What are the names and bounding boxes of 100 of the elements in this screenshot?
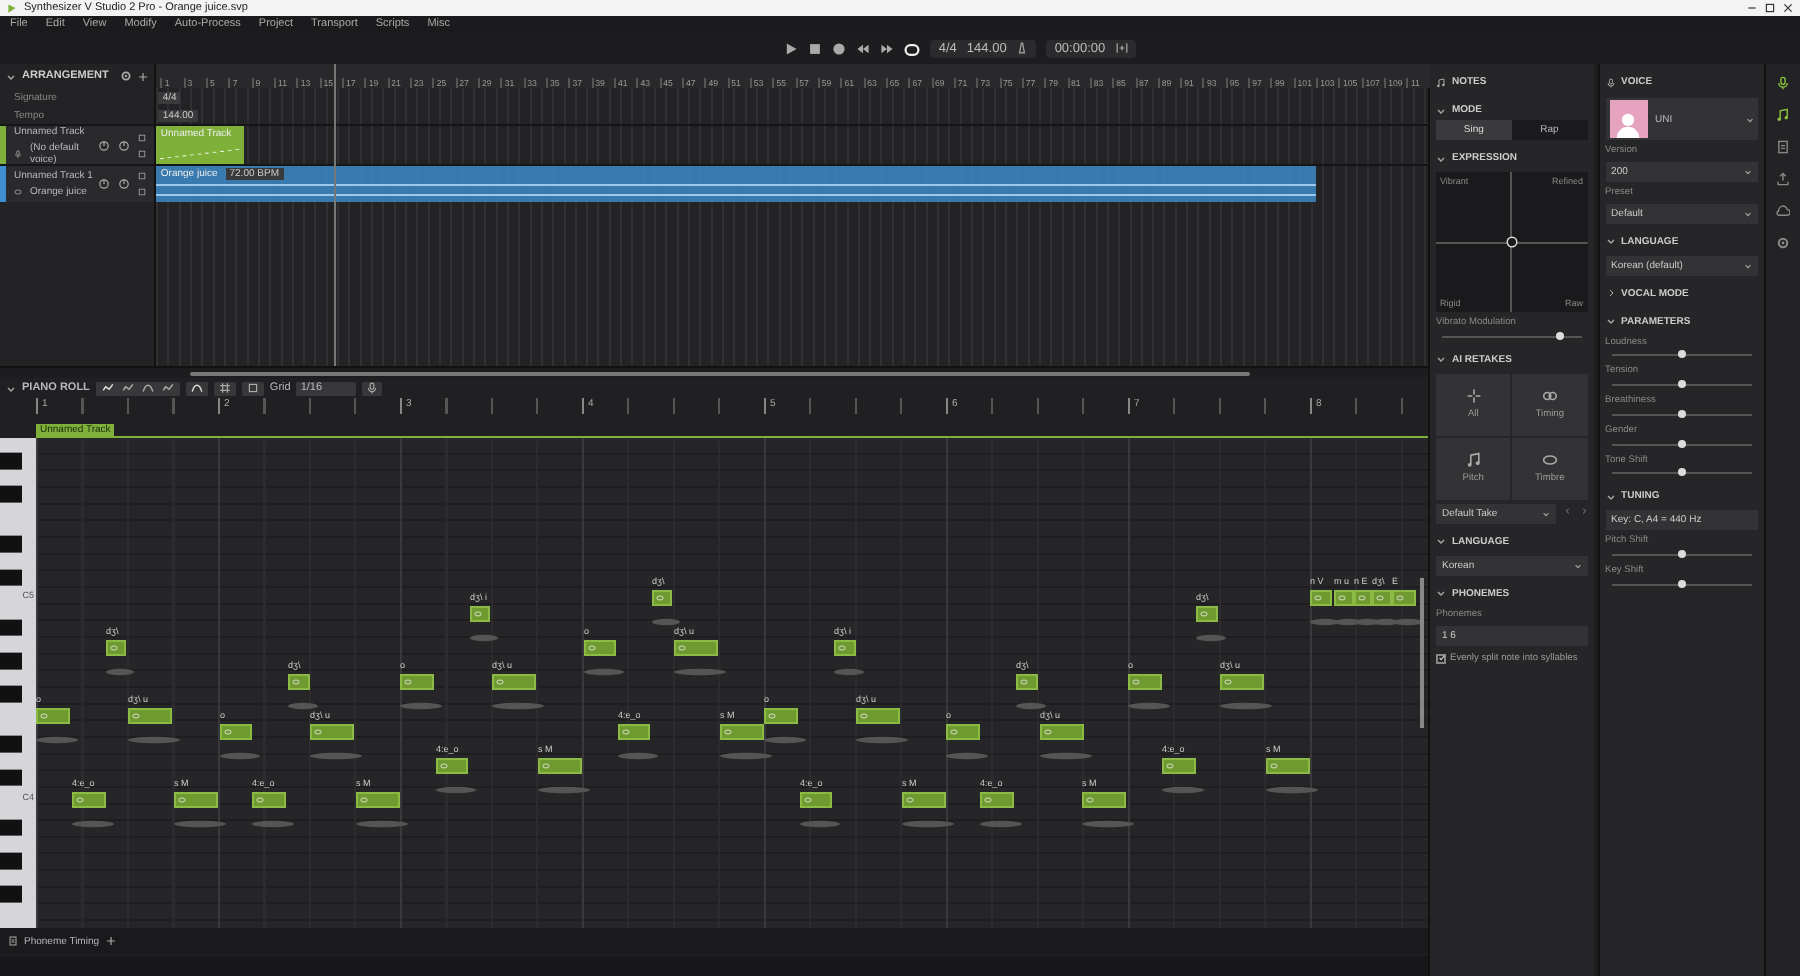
caret-icon xyxy=(1744,261,1753,269)
collapse-icon[interactable] xyxy=(6,383,16,393)
rewind-icon[interactable] xyxy=(856,42,871,56)
note-glyph-icon xyxy=(860,712,868,720)
settings-icon[interactable] xyxy=(1776,236,1791,250)
note-glyph-icon xyxy=(588,644,596,652)
slider-thumb[interactable] xyxy=(1677,409,1686,418)
waveform-blob-icon xyxy=(1220,702,1272,710)
music-note-icon[interactable] xyxy=(1776,108,1791,122)
collapse-icon[interactable] xyxy=(1436,105,1446,115)
slider-thumb[interactable] xyxy=(1677,468,1686,477)
maximize-icon[interactable] xyxy=(1764,2,1776,14)
scrollbar-thumb[interactable] xyxy=(1420,578,1424,728)
line-tool-icon[interactable] xyxy=(159,382,176,394)
note-glyph-icon xyxy=(1086,796,1094,804)
waveform-blob-icon xyxy=(72,820,114,828)
pitch-view-icon[interactable] xyxy=(189,382,204,394)
play-icon[interactable] xyxy=(784,42,799,56)
slider-thumb[interactable] xyxy=(1556,331,1565,340)
pan-knob-icon[interactable] xyxy=(118,178,131,190)
loop-icon[interactable] xyxy=(904,41,921,57)
document-icon[interactable] xyxy=(1776,140,1791,154)
note-glyph-icon xyxy=(542,762,550,770)
microphone-icon[interactable] xyxy=(1776,76,1791,90)
note-glyph-icon xyxy=(1020,678,1028,686)
caret-icon xyxy=(1744,209,1753,217)
note-glyph-icon xyxy=(678,644,686,652)
settings-icon[interactable] xyxy=(120,70,133,82)
volume-knob-icon[interactable] xyxy=(98,178,111,190)
microphone-icon[interactable] xyxy=(1605,77,1616,87)
panel-view-icon[interactable] xyxy=(245,382,260,394)
scrollbar-thumb[interactable] xyxy=(190,371,1250,375)
next-icon[interactable] xyxy=(1579,506,1588,517)
note-glyph-icon xyxy=(1166,762,1174,770)
slider-thumb[interactable] xyxy=(1677,579,1686,588)
note-glyph-icon xyxy=(1376,594,1384,602)
previous-icon[interactable] xyxy=(1563,506,1572,517)
collapse-icon[interactable] xyxy=(1605,491,1616,502)
collapse-icon[interactable] xyxy=(1436,153,1446,163)
close-icon[interactable] xyxy=(1782,2,1794,14)
tab-icon xyxy=(8,936,18,946)
collapse-icon[interactable] xyxy=(1436,354,1446,365)
check-icon xyxy=(1437,654,1445,663)
note-glyph-icon xyxy=(314,728,322,736)
collapse-icon[interactable] xyxy=(1605,236,1616,246)
caret-icon xyxy=(1541,509,1550,518)
checkbox[interactable] xyxy=(1436,653,1446,664)
note-glyph-icon xyxy=(256,796,264,804)
waveform-blob-icon xyxy=(1082,820,1134,828)
waveform-blob-icon xyxy=(220,752,260,760)
note-glyph-icon xyxy=(224,728,232,736)
upload-icon[interactable] xyxy=(1776,172,1791,186)
microphone-icon xyxy=(14,149,22,157)
pad-handle-icon[interactable] xyxy=(1505,236,1518,248)
slider-thumb[interactable] xyxy=(1677,350,1686,359)
waveform-blob-icon xyxy=(674,668,726,676)
add-icon[interactable] xyxy=(105,936,116,946)
collapse-icon[interactable] xyxy=(1436,588,1446,599)
note-glyph-icon xyxy=(984,796,992,804)
waveform-blob-icon xyxy=(356,820,408,828)
waveform-blob-icon xyxy=(652,618,680,626)
waveform-blob-icon xyxy=(288,702,318,710)
waveform-blob-icon xyxy=(252,820,294,828)
note-glyph-icon xyxy=(768,712,776,720)
waveform-blob-icon xyxy=(310,752,362,760)
fast-forward-icon[interactable] xyxy=(880,42,895,56)
stop-icon[interactable] xyxy=(808,42,823,56)
cloud-icon[interactable] xyxy=(1776,204,1791,218)
slider-thumb[interactable] xyxy=(1677,380,1686,388)
pan-knob-icon[interactable] xyxy=(118,139,131,151)
add-icon[interactable] xyxy=(138,71,149,81)
sparkle-icon xyxy=(1465,387,1482,404)
curve-tool-icon[interactable] xyxy=(139,382,156,394)
slider-thumb[interactable] xyxy=(1677,550,1686,558)
collapse-icon[interactable] xyxy=(6,71,16,81)
collapse-icon[interactable] xyxy=(1605,316,1616,326)
volume-knob-icon[interactable] xyxy=(98,139,111,151)
note-glyph-icon xyxy=(1314,594,1322,602)
waveform-blob-icon xyxy=(1128,702,1170,710)
waveform-blob-icon xyxy=(538,786,590,794)
record-icon[interactable] xyxy=(832,42,847,56)
note-glyph-icon xyxy=(440,762,448,770)
minimize-icon[interactable] xyxy=(1746,2,1758,14)
waveform-blob-icon xyxy=(106,668,134,676)
snap-icon[interactable] xyxy=(1115,42,1128,55)
note-glyph-icon xyxy=(1396,594,1404,602)
collapse-icon[interactable] xyxy=(1436,536,1446,547)
metronome-icon[interactable] xyxy=(1016,42,1029,55)
notes-icon[interactable] xyxy=(1436,77,1446,87)
note-glyph-icon xyxy=(40,712,48,720)
waveform-blob-icon xyxy=(834,668,864,676)
slider-thumb[interactable] xyxy=(1677,439,1686,447)
select-tool-icon[interactable] xyxy=(99,382,116,394)
pen-tool-icon[interactable] xyxy=(119,382,136,394)
waveform-view-icon[interactable] xyxy=(217,382,232,394)
waveform-blob-icon xyxy=(400,702,442,710)
note-glyph-icon xyxy=(1338,594,1346,602)
caret-icon xyxy=(1744,167,1753,176)
note-glyph-icon xyxy=(110,644,118,652)
waveform-blob-icon xyxy=(1196,634,1226,642)
